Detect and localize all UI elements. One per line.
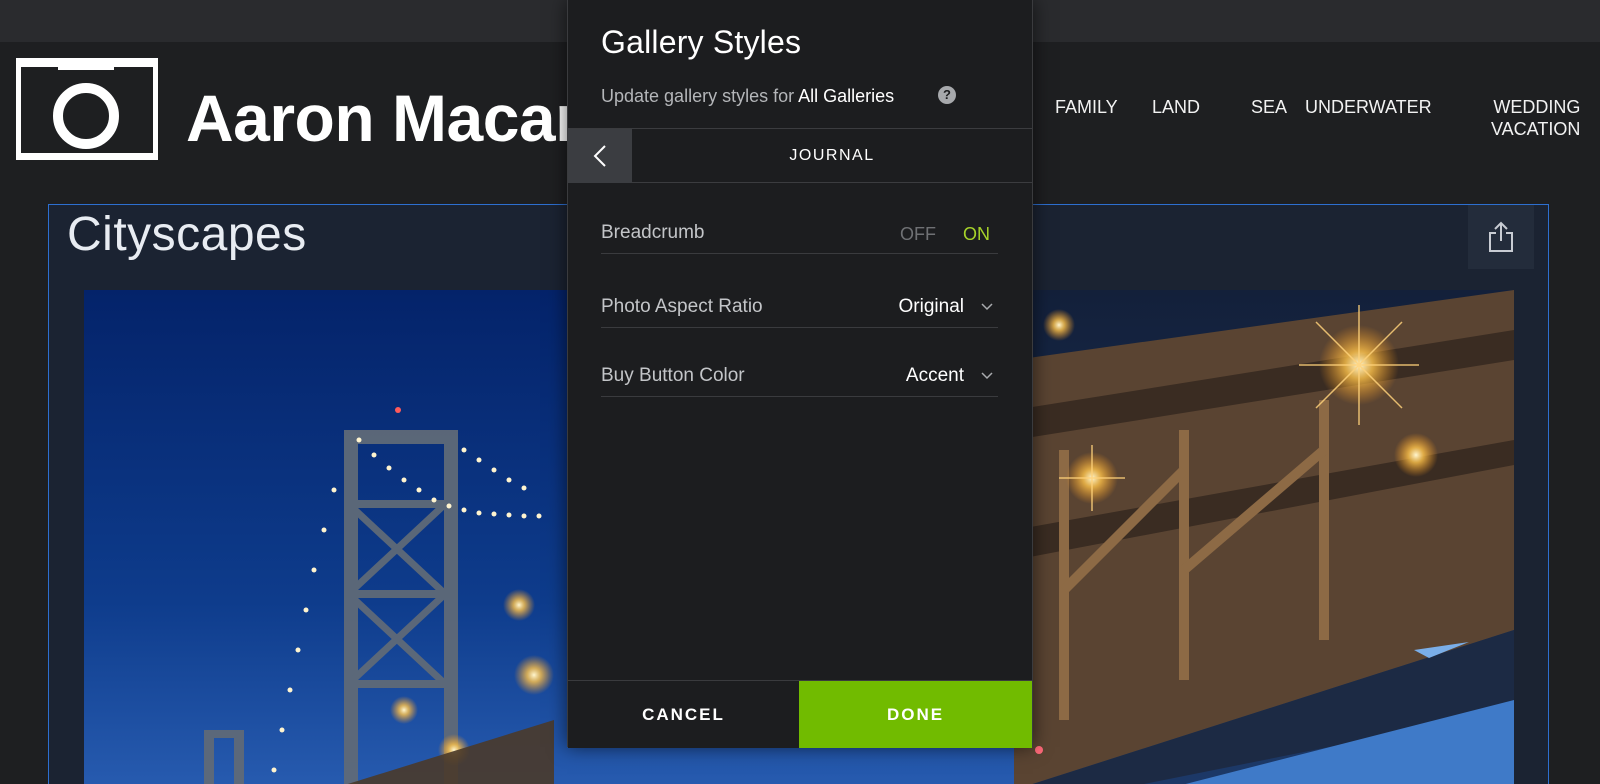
- aspect-ratio-label: Photo Aspect Ratio: [601, 296, 763, 317]
- nav-wedding-line2: VACATION: [1491, 119, 1581, 139]
- share-button[interactable]: [1468, 205, 1534, 269]
- buy-button-color-label: Buy Button Color: [601, 365, 745, 386]
- breadcrumb-off-option[interactable]: OFF: [900, 224, 936, 245]
- gallery-title: Cityscapes: [67, 208, 307, 261]
- nav-item-land[interactable]: LAND: [1152, 96, 1200, 118]
- nav-item-family[interactable]: FAMILY: [1055, 96, 1118, 118]
- buy-button-color-select[interactable]: Accent: [906, 365, 964, 387]
- tab-bar: JOURNAL: [568, 128, 1032, 183]
- modal-subtitle: Update gallery styles for All Galleries: [601, 86, 894, 107]
- back-button[interactable]: [568, 129, 632, 183]
- help-icon[interactable]: ?: [938, 86, 956, 104]
- breadcrumb-on-option[interactable]: ON: [963, 224, 990, 245]
- buy-button-color-row[interactable]: Buy Button Color Accent: [601, 357, 998, 397]
- share-icon: [1489, 221, 1513, 252]
- nav-item-wedding-vacation[interactable]: WEDDING VACATION: [1463, 96, 1580, 140]
- modal-title: Gallery Styles: [601, 24, 802, 60]
- modal-subtitle-prefix: Update gallery styles for: [601, 86, 799, 106]
- app-root: Aaron Macar FAMILY LAND SEA UNDERWATER W…: [0, 0, 1600, 784]
- breadcrumb-label: Breadcrumb: [601, 222, 705, 243]
- modal-footer: CANCEL DONE: [568, 680, 1032, 748]
- aspect-ratio-select[interactable]: Original: [899, 296, 964, 318]
- breadcrumb-row: Breadcrumb OFF ON: [601, 214, 998, 254]
- chevron-down-icon: [981, 372, 993, 380]
- modal-subtitle-target[interactable]: All Galleries: [798, 86, 894, 106]
- gallery-styles-modal: Gallery Styles Update gallery styles for…: [567, 0, 1033, 748]
- chevron-down-icon: [981, 303, 993, 311]
- aspect-ratio-row[interactable]: Photo Aspect Ratio Original: [601, 288, 998, 328]
- nav-item-sea[interactable]: SEA: [1251, 96, 1287, 118]
- camera-icon: [16, 58, 158, 160]
- site-logo-text[interactable]: Aaron Macar: [186, 80, 581, 156]
- chevron-left-icon: [593, 145, 606, 167]
- nav-item-underwater[interactable]: UNDERWATER: [1305, 96, 1432, 118]
- tab-journal[interactable]: JOURNAL: [632, 129, 1032, 183]
- done-button[interactable]: DONE: [799, 681, 1032, 748]
- cancel-button[interactable]: CANCEL: [568, 681, 799, 748]
- nav-wedding-line1: WEDDING: [1493, 97, 1581, 117]
